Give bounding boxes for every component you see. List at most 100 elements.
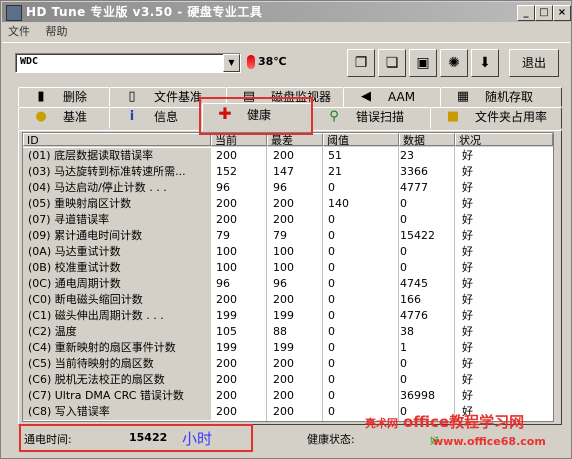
row-data: 0 bbox=[400, 197, 407, 210]
tab-folder-usage[interactable]: ■ 文件夹占用率 bbox=[430, 107, 562, 129]
row-worst: 200 bbox=[273, 405, 294, 418]
row-current: 100 bbox=[216, 245, 237, 258]
row-threshold: 0 bbox=[328, 229, 335, 242]
maximize-button[interactable]: □ bbox=[535, 5, 553, 21]
smart-table: ID 当前 最差 阈值 数据 状况 (01) 底层数据读取错误率 200 200 51… bbox=[22, 132, 554, 422]
close-button[interactable]: × bbox=[553, 5, 571, 21]
row-status: 好 bbox=[462, 197, 473, 210]
options-button[interactable]: ✺ bbox=[440, 49, 468, 77]
row-worst: 200 bbox=[273, 357, 294, 370]
toolbar: WDC ▼ 38℃ ❐ ❏ ▣ ✺ ⬇ 退出 bbox=[2, 42, 570, 81]
file-benchmark-icon: ▯ bbox=[128, 89, 136, 104]
tab-delete[interactable]: ▮ 删除 bbox=[18, 87, 110, 107]
row-current: 96 bbox=[216, 181, 230, 194]
row-worst: 79 bbox=[273, 229, 287, 242]
row-current: 200 bbox=[216, 213, 237, 226]
power-on-unit: 小时 bbox=[182, 430, 213, 448]
row-current: 200 bbox=[216, 389, 237, 402]
watermark-site: 亮术网 bbox=[365, 417, 398, 430]
table-row[interactable]: (C1) 磁头伸出周期计数 . . . 199 199 0 4776 好 bbox=[23, 308, 553, 324]
column-header-threshold[interactable]: 阈值 bbox=[323, 133, 399, 147]
row-data: 23 bbox=[400, 149, 414, 162]
row-current: 96 bbox=[216, 277, 230, 290]
row-attribute-name: (05) 重映射扇区计数 bbox=[23, 196, 211, 212]
copy-button[interactable]: ❐ bbox=[347, 49, 375, 77]
chevron-down-icon[interactable]: ▼ bbox=[223, 54, 240, 72]
table-row[interactable]: (C0) 断电磁头缩回计数 200 200 0 166 好 bbox=[23, 292, 553, 308]
row-data: 4776 bbox=[400, 309, 428, 322]
column-header-data[interactable]: 数据 bbox=[399, 133, 455, 147]
row-status: 好 bbox=[462, 325, 473, 338]
table-row[interactable]: (0B) 校准重试计数 100 100 0 0 好 bbox=[23, 260, 553, 276]
table-row[interactable]: (C4) 重新映射的扇区事件计数 199 199 0 1 好 bbox=[23, 340, 553, 356]
table-row[interactable]: (0A) 马达重试计数 100 100 0 0 好 bbox=[23, 244, 553, 260]
table-row[interactable]: (04) 马达启动/停止计数 . . . 96 96 0 4777 好 bbox=[23, 180, 553, 196]
tab-error-scan[interactable]: ⚲ 错误扫描 bbox=[311, 107, 431, 129]
download-button[interactable]: ⬇ bbox=[471, 49, 499, 77]
row-worst: 200 bbox=[273, 197, 294, 210]
tab-info[interactable]: i 信息 bbox=[109, 107, 203, 129]
trash-icon: ▮ bbox=[37, 89, 45, 104]
row-current: 200 bbox=[216, 405, 237, 418]
copy-report-button[interactable]: ❏ bbox=[378, 49, 406, 77]
minimize-button[interactable]: _ bbox=[517, 5, 535, 21]
row-attribute-name: (07) 寻道错误率 bbox=[23, 212, 211, 228]
table-row[interactable]: (C7) Ultra DMA CRC 错误计数 200 200 0 36998 好 bbox=[23, 388, 553, 404]
menu-help[interactable]: 帮助 bbox=[40, 23, 74, 41]
row-data: 0 bbox=[400, 245, 407, 258]
watermark-brand: office教程学习网 bbox=[403, 413, 525, 431]
row-threshold: 0 bbox=[328, 389, 335, 402]
row-threshold: 21 bbox=[328, 165, 342, 178]
exit-button[interactable]: 退出 bbox=[509, 49, 559, 77]
tab-aam[interactable]: ◀ AAM bbox=[343, 87, 441, 107]
row-worst: 100 bbox=[273, 261, 294, 274]
table-row[interactable]: (C6) 脱机无法校正的扇区数 200 200 0 0 好 bbox=[23, 372, 553, 388]
row-threshold: 51 bbox=[328, 149, 342, 162]
row-worst: 200 bbox=[273, 293, 294, 306]
row-attribute-name: (C5) 当前待映射的扇区数 bbox=[23, 356, 211, 372]
save-button[interactable]: ▣ bbox=[409, 49, 437, 77]
row-data: 1 bbox=[400, 341, 407, 354]
row-attribute-name: (03) 马达旋转到标准转速所需... bbox=[23, 164, 211, 180]
row-worst: 100 bbox=[273, 245, 294, 258]
power-on-value: 15422 bbox=[129, 431, 168, 444]
row-data: 36998 bbox=[400, 389, 435, 402]
column-header-id[interactable]: ID bbox=[23, 133, 211, 147]
row-data: 38 bbox=[400, 325, 414, 338]
row-current: 100 bbox=[216, 261, 237, 274]
row-worst: 147 bbox=[273, 165, 294, 178]
row-threshold: 0 bbox=[328, 325, 335, 338]
temperature-display: 38℃ bbox=[247, 53, 287, 71]
table-row[interactable]: (C2) 温度 105 88 0 38 好 bbox=[23, 324, 553, 340]
folder-icon: ■ bbox=[446, 109, 460, 124]
drive-select[interactable]: WDC ▼ bbox=[15, 53, 241, 73]
row-threshold: 0 bbox=[328, 373, 335, 386]
row-data: 166 bbox=[400, 293, 421, 306]
row-attribute-name: (C4) 重新映射的扇区事件计数 bbox=[23, 340, 211, 356]
tab-random-access[interactable]: ▦ 随机存取 bbox=[440, 87, 562, 107]
menu-file[interactable]: 文件 bbox=[2, 23, 36, 41]
title-bar[interactable]: HD Tune 专业版 v3.50 - 硬盘专业工具 _ □ × bbox=[2, 2, 571, 22]
row-threshold: 0 bbox=[328, 261, 335, 274]
table-row[interactable]: (01) 底层数据读取错误率 200 200 51 23 好 bbox=[23, 148, 553, 164]
table-row[interactable]: (0C) 通电周期计数 96 96 0 4745 好 bbox=[23, 276, 553, 292]
table-row[interactable]: (07) 寻道错误率 200 200 0 0 好 bbox=[23, 212, 553, 228]
row-current: 200 bbox=[216, 149, 237, 162]
table-row[interactable]: (09) 累计通电时间计数 79 79 0 15422 好 bbox=[23, 228, 553, 244]
floppy-disk-icon: ▣ bbox=[416, 55, 430, 71]
table-header: ID 当前 最差 阈值 数据 状况 bbox=[23, 133, 553, 147]
row-attribute-name: (C7) Ultra DMA CRC 错误计数 bbox=[23, 388, 211, 404]
row-attribute-name: (C1) 磁头伸出周期计数 . . . bbox=[23, 308, 211, 324]
tab-benchmark[interactable]: ● 基准 bbox=[18, 107, 110, 129]
table-row[interactable]: (03) 马达旋转到标准转速所需... 152 147 21 3366 好 bbox=[23, 164, 553, 180]
power-on-label: 通电时间: bbox=[24, 433, 72, 446]
table-row[interactable]: (05) 重映射扇区计数 200 200 140 0 好 bbox=[23, 196, 553, 212]
drive-select-value: WDC bbox=[20, 56, 39, 67]
table-row[interactable]: (C5) 当前待映射的扇区数 200 200 0 0 好 bbox=[23, 356, 553, 372]
row-data: 4745 bbox=[400, 277, 428, 290]
row-worst: 88 bbox=[273, 325, 287, 338]
column-header-status[interactable]: 状况 bbox=[455, 133, 553, 147]
document-copy-icon: ❏ bbox=[385, 55, 399, 71]
row-threshold: 0 bbox=[328, 341, 335, 354]
row-status: 好 bbox=[462, 309, 473, 322]
